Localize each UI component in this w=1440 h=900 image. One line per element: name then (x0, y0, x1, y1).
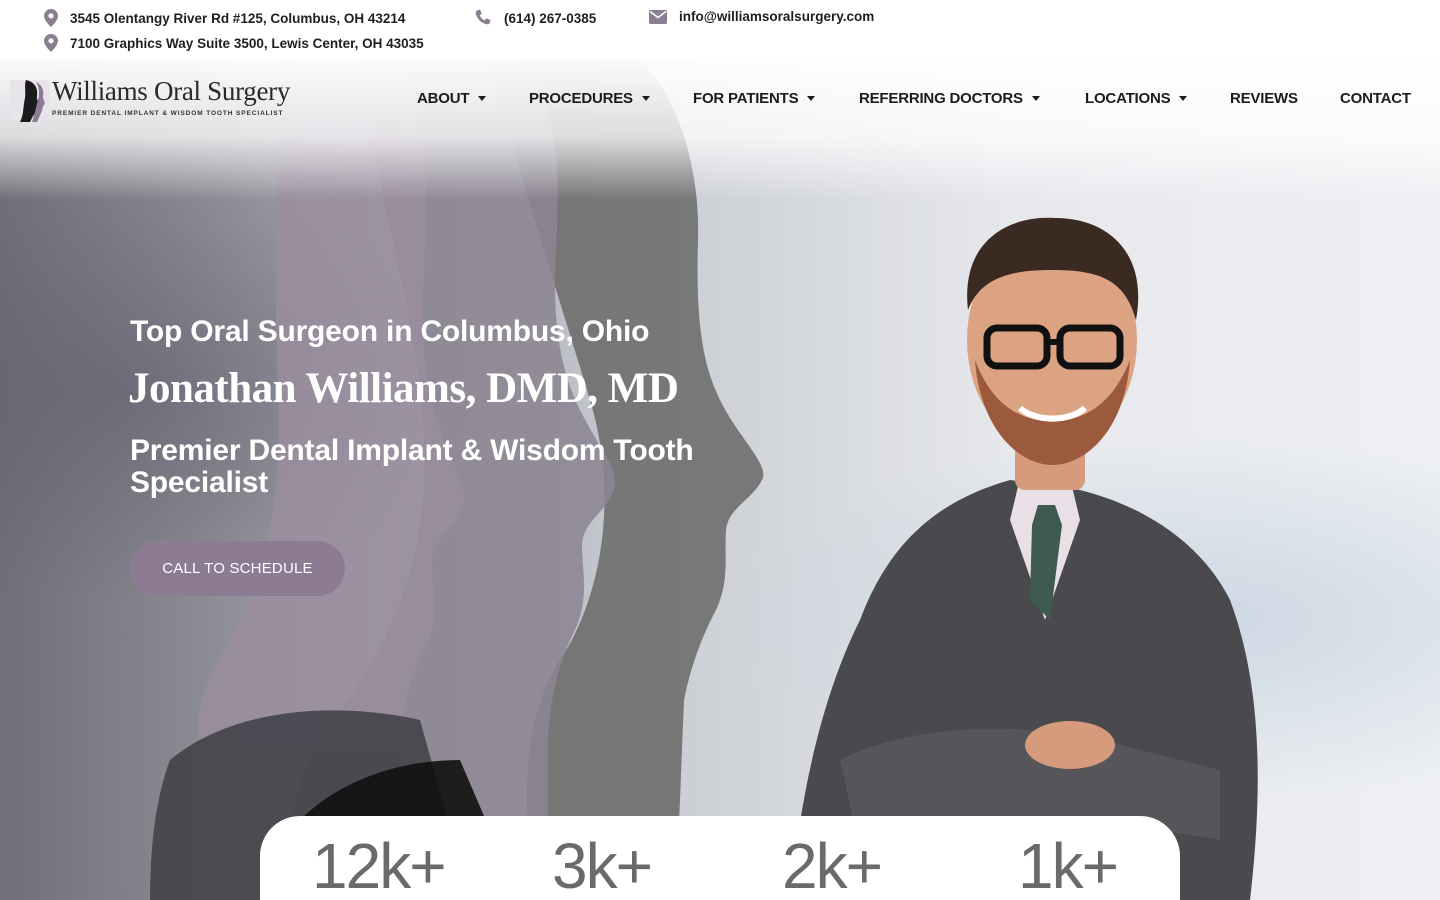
stat-value: 12k+ (312, 830, 447, 900)
phone-icon (475, 9, 491, 25)
doctor-portrait-image (790, 217, 1258, 900)
email-text: info@williamsoralsurgery.com (679, 9, 875, 24)
caret-down-icon (641, 96, 650, 101)
map-pin-icon (44, 34, 58, 52)
caret-down-icon (807, 96, 816, 101)
nav-item-label: REFERRING DOCTORS (859, 90, 1023, 107)
call-to-schedule-button[interactable]: CALL TO SCHEDULE (130, 541, 345, 596)
hero-headline: Jonathan Williams, DMD, MD (128, 365, 679, 412)
nav-item-about[interactable]: ABOUT (417, 90, 487, 107)
nav-item-referring-doctors[interactable]: REFERRING DOCTORS (859, 90, 1040, 107)
stats-card: 12k+ 3k+ 2k+ 1k+ (260, 816, 1180, 900)
map-pin-icon (44, 9, 58, 27)
nav-item-label: ABOUT (417, 90, 470, 107)
nav-item-for-patients[interactable]: FOR PATIENTS (693, 90, 816, 107)
nav-item-contact[interactable]: CONTACT (1340, 90, 1411, 107)
nav-item-procedures[interactable]: PROCEDURES (529, 90, 650, 107)
address-lewis-center-text: 7100 Graphics Way Suite 3500, Lewis Cent… (70, 35, 424, 51)
nav-item-locations[interactable]: LOCATIONS (1085, 90, 1188, 107)
contact-bar: 3545 Olentangy River Rd #125, Columbus, … (0, 0, 1440, 60)
nav-item-reviews[interactable]: REVIEWS (1230, 90, 1298, 107)
nav-item-label: LOCATIONS (1085, 90, 1171, 107)
stat-value: 3k+ (552, 830, 653, 900)
email-link[interactable]: info@williamsoralsurgery.com (649, 9, 874, 24)
main-nav: ABOUT PROCEDURES FOR PATIENTS REFERRING … (0, 90, 1440, 112)
caret-down-icon (1179, 96, 1188, 101)
nav-item-label: CONTACT (1340, 90, 1411, 107)
address-lewis-center-link[interactable]: 7100 Graphics Way Suite 3500, Lewis Cent… (44, 34, 424, 52)
phone-link[interactable]: (614) 267-0385 (474, 9, 596, 27)
address-columbus-text: 3545 Olentangy River Rd #125, Columbus, … (70, 10, 406, 26)
hero-subhead: Premier Dental Implant & Wisdom Tooth Sp… (130, 434, 694, 499)
nav-item-label: PROCEDURES (529, 90, 633, 107)
stat-value: 1k+ (1018, 830, 1119, 900)
mail-icon (649, 9, 667, 24)
caret-down-icon (1031, 96, 1040, 101)
nav-item-label: REVIEWS (1230, 90, 1298, 107)
stat-value: 2k+ (782, 830, 883, 900)
nav-item-label: FOR PATIENTS (693, 90, 799, 107)
hero-eyebrow: Top Oral Surgeon in Columbus, Ohio (130, 315, 650, 348)
caret-down-icon (478, 96, 487, 101)
phone-text: (614) 267-0385 (504, 10, 597, 26)
address-columbus-link[interactable]: 3545 Olentangy River Rd #125, Columbus, … (44, 9, 405, 27)
